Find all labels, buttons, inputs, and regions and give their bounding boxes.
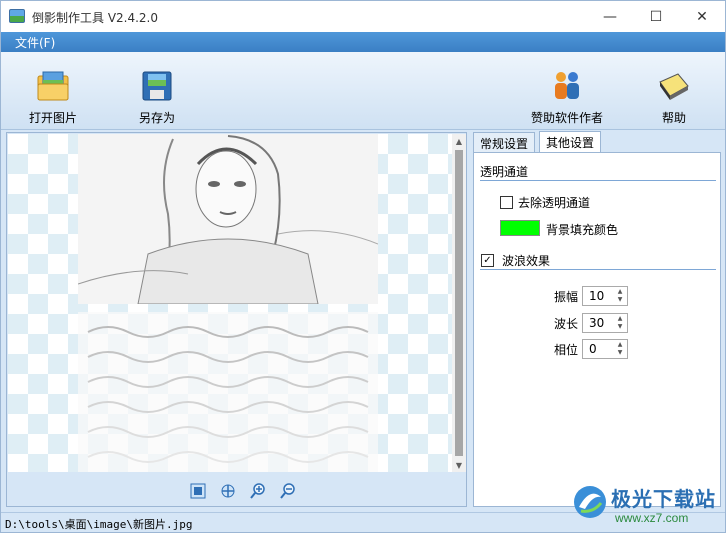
save-as-button[interactable]: 另存为 [139, 52, 175, 130]
wavelength-value: 30 [589, 316, 605, 330]
people-icon [555, 72, 579, 99]
image-preview-panel: ▲ ▼ [6, 132, 467, 507]
actual-size-icon[interactable] [220, 483, 236, 499]
wave-effect-group-header: 波浪效果 [480, 252, 716, 270]
open-image-label: 打开图片 [29, 111, 78, 125]
settings-panel: 常规设置 其他设置 透明通道 去除透明通道 背景填充颜色 波浪效果 ✓ 振幅 1… [473, 131, 721, 507]
zoom-out-icon[interactable] [280, 483, 296, 499]
sponsor-author-label: 赞助软件作者 [531, 111, 604, 125]
phase-label: 相位 [554, 343, 579, 357]
save-as-label: 另存为 [139, 111, 176, 125]
settings-content: 透明通道 去除透明通道 背景填充颜色 波浪效果 ✓ 振幅 10 ▲ ▼ 波长 30… [473, 152, 721, 507]
watermark-brand: 极光下载站 [611, 487, 716, 511]
amplitude-value: 10 [589, 289, 605, 303]
amplitude-spin-arrows[interactable]: ▲ ▼ [614, 288, 626, 304]
amplitude-label: 振幅 [554, 290, 579, 304]
window-title: 倒影制作工具 V2.4.2.0 [32, 11, 159, 25]
preview-scrollbar[interactable]: ▲ ▼ [452, 134, 466, 472]
fill-color-swatch[interactable] [500, 220, 540, 236]
wave-reflection-image [78, 312, 378, 472]
sketch-photo-image [78, 134, 378, 304]
tab-general-settings[interactable]: 常规设置 [473, 132, 536, 152]
scroll-up-arrow[interactable]: ▲ [452, 134, 466, 148]
scroll-thumb[interactable] [455, 150, 463, 456]
minimize-button[interactable]: — [587, 1, 633, 32]
zoom-toolbar [8, 473, 465, 506]
maximize-button[interactable]: ☐ [633, 1, 679, 32]
wavelength-label: 波长 [554, 317, 579, 331]
help-button[interactable]: 帮助 [656, 52, 692, 130]
remove-alpha-checkbox[interactable] [500, 196, 513, 209]
remove-alpha-label: 去除透明通道 [518, 196, 591, 210]
amplitude-spinner[interactable]: 10 ▲ ▼ [582, 286, 628, 306]
open-folder-icon [37, 71, 69, 101]
menu-bar: 文件(F) [1, 32, 725, 52]
phase-spin-arrows[interactable]: ▲ ▼ [614, 341, 626, 357]
watermark: 极光下载站 www.xz7.com [571, 479, 721, 529]
watermark-logo-icon [574, 486, 606, 518]
wavelength-spinner[interactable]: 30 ▲ ▼ [582, 313, 628, 333]
sponsor-author-button[interactable]: 赞助软件作者 [531, 52, 603, 130]
toolbar: 打开图片 另存为 赞助软件作者 帮助 [1, 52, 725, 162]
help-book-icon [659, 73, 689, 100]
fit-window-icon[interactable] [190, 483, 206, 499]
wave-effect-checkbox[interactable]: ✓ [481, 254, 494, 267]
wavelength-spin-arrows[interactable]: ▲ ▼ [614, 315, 626, 331]
phase-value: 0 [589, 342, 597, 356]
transparency-group-header: 透明通道 [480, 163, 716, 181]
app-icon [9, 9, 25, 23]
fill-color-label: 背景填充颜色 [546, 223, 619, 237]
help-label: 帮助 [661, 111, 686, 125]
file-path-status: D:\tools\桌面\image\新图片.jpg [5, 518, 193, 531]
wave-effect-label: 波浪效果 [502, 254, 551, 268]
preview-canvas [8, 134, 452, 472]
title-bar: 倒影制作工具 V2.4.2.0 — ☐ ✕ [1, 1, 725, 32]
watermark-url: www.xz7.com [615, 511, 689, 525]
app-window: 倒影制作工具 V2.4.2.0 — ☐ ✕ 文件(F) 打开图片 另存为 赞助软… [0, 0, 726, 533]
tab-other-settings[interactable]: 其他设置 [539, 131, 602, 153]
phase-spinner[interactable]: 0 ▲ ▼ [582, 339, 628, 359]
save-disk-icon [142, 71, 172, 101]
scroll-down-arrow[interactable]: ▼ [452, 458, 466, 472]
close-button[interactable]: ✕ [679, 1, 725, 32]
menu-file[interactable]: 文件(F) [15, 34, 55, 51]
open-image-button[interactable]: 打开图片 [29, 52, 77, 130]
zoom-in-icon[interactable] [250, 483, 266, 499]
